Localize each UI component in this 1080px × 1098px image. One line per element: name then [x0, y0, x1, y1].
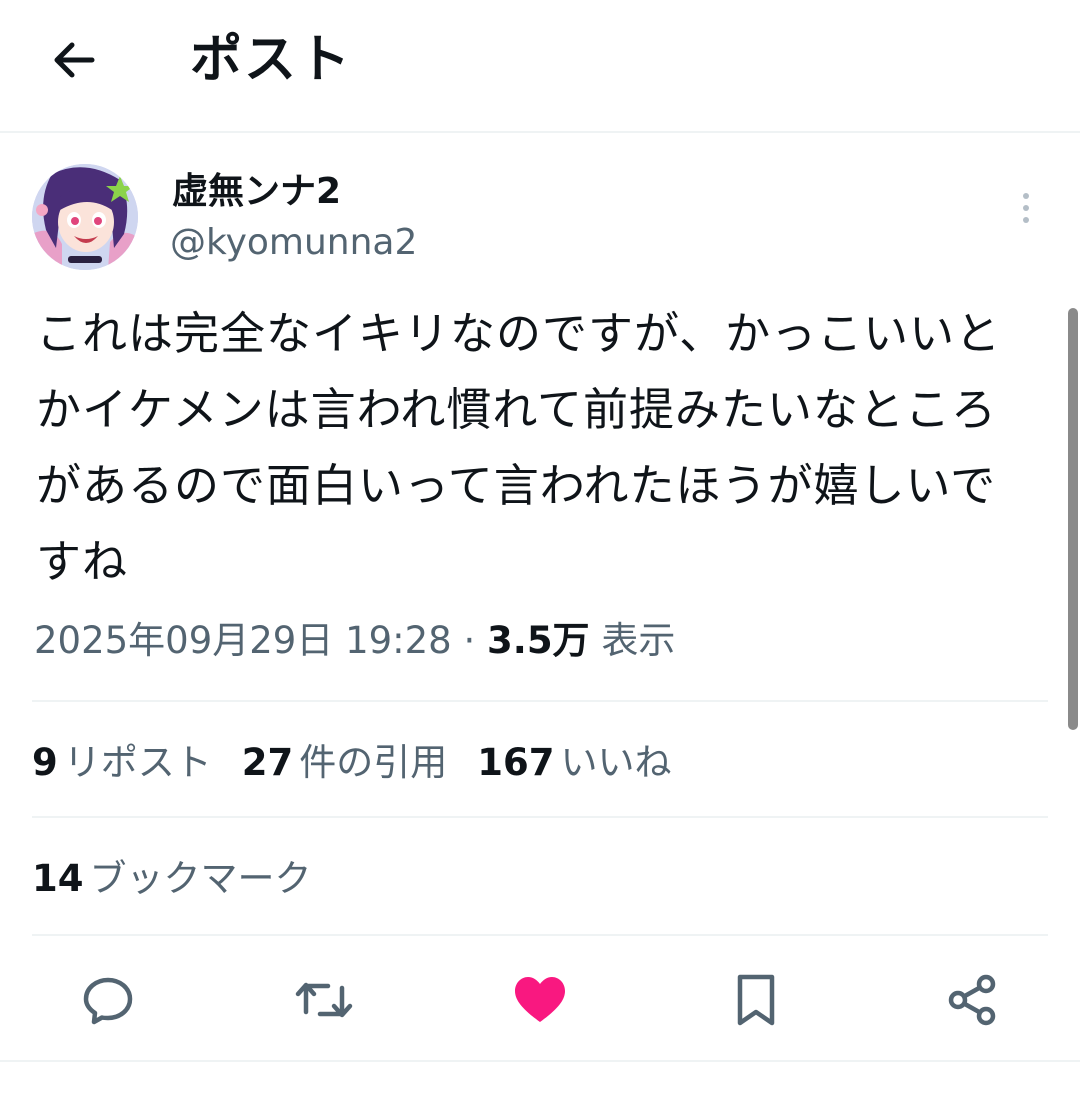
post-detail-page: ポスト 虚無ンナ2 @kyomunna2 これは完全なイキリなのですが、かっこい… — [0, 0, 1080, 1098]
top-bar: ポスト — [0, 0, 1080, 133]
action-bar — [0, 960, 1080, 1040]
page-title: ポスト — [190, 30, 353, 90]
back-button[interactable] — [44, 30, 104, 90]
post-meta: 2025年09月29日 19:28 · 3.5万 表示 — [34, 616, 675, 666]
avatar[interactable] — [32, 164, 138, 270]
meta-separator: · — [451, 619, 488, 662]
display-name[interactable]: 虚無ンナ2 — [172, 168, 341, 216]
share-button[interactable] — [940, 968, 1004, 1032]
arrow-left-icon — [54, 42, 95, 78]
likes-stat[interactable]: 167 いいね — [477, 738, 671, 788]
like-icon — [515, 977, 565, 1022]
divider — [32, 934, 1048, 936]
user-handle[interactable]: @kyomunna2 — [170, 220, 417, 266]
post-timestamp[interactable]: 2025年09月29日 19:28 — [34, 619, 452, 662]
views-count: 3.5万 — [487, 619, 590, 662]
scrollbar[interactable] — [1068, 308, 1078, 730]
post-text: これは完全なイキリなのですが、かっこいいとかイケメンは言われ慣れて前提みたいなと… — [36, 307, 1002, 588]
views-label: 表示 — [589, 619, 676, 662]
like-button[interactable] — [508, 968, 572, 1032]
divider — [32, 816, 1048, 818]
reposts-stat[interactable]: 9 リポスト — [32, 738, 212, 788]
bookmark-button[interactable] — [724, 968, 788, 1032]
reply-button[interactable] — [76, 968, 140, 1032]
more-options-button[interactable] — [1006, 186, 1046, 230]
more-dots-icon — [1023, 193, 1029, 199]
share-icon — [948, 974, 996, 1026]
reply-icon — [83, 977, 133, 1025]
bookmarks-stat[interactable]: 14 ブックマーク — [32, 854, 342, 904]
repost-icon — [295, 982, 353, 1018]
bookmark-icon — [737, 974, 775, 1026]
divider — [32, 700, 1048, 702]
header-divider — [0, 131, 1080, 133]
repost-button[interactable] — [292, 968, 356, 1032]
quotes-stat[interactable]: 27 件の引用 — [242, 738, 448, 788]
engagement-stats: 9 リポスト 27 件の引用 167 いいね — [32, 738, 701, 788]
bottom-divider — [0, 1060, 1080, 1062]
avatar-image — [32, 164, 138, 270]
